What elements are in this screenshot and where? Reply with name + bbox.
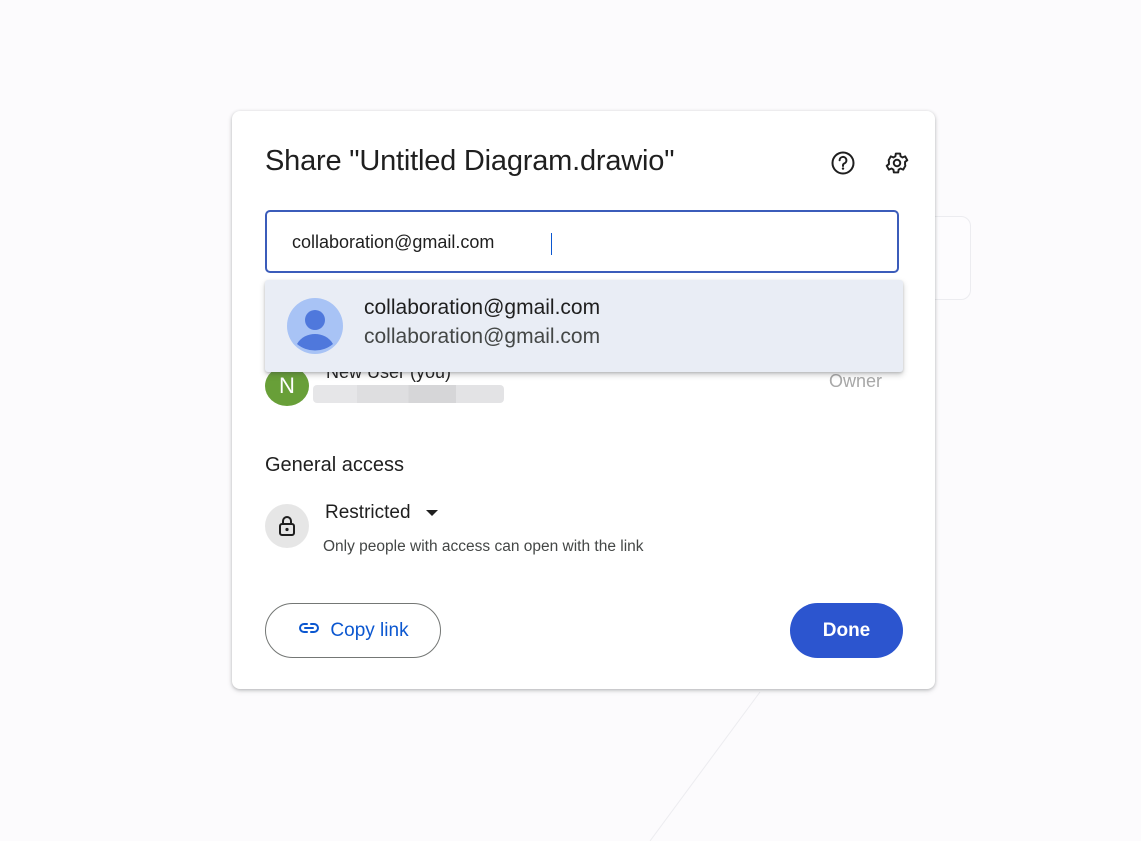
dialog-title: Share "Untitled Diagram.drawio" xyxy=(265,145,675,177)
copy-link-label: Copy link xyxy=(330,619,409,641)
chevron-down-icon xyxy=(425,510,438,516)
copy-link-button[interactable]: Copy link xyxy=(265,603,441,658)
access-level-dropdown[interactable]: Restricted xyxy=(325,502,438,524)
general-access-heading: General access xyxy=(265,454,404,476)
link-icon xyxy=(297,616,321,646)
help-icon[interactable] xyxy=(830,150,856,176)
suggestion-name: collaboration@gmail.com xyxy=(364,296,601,319)
owner-avatar: N xyxy=(265,366,309,406)
add-people-field[interactable] xyxy=(265,210,899,273)
people-list-item-owner: N New User (you) Owner xyxy=(265,362,899,406)
done-button[interactable]: Done xyxy=(790,603,903,658)
gear-icon[interactable] xyxy=(884,150,910,176)
person-avatar-icon xyxy=(287,298,343,354)
text-cursor xyxy=(551,233,552,255)
add-people-input[interactable] xyxy=(292,232,792,253)
owner-role: Owner xyxy=(828,371,882,391)
access-description: Only people with access can open with th… xyxy=(323,538,644,555)
share-dialog: Share "Untitled Diagram.drawio" N New Us… xyxy=(232,111,935,689)
suggestion-email: collaboration@gmail.com xyxy=(364,325,601,348)
access-level-label: Restricted xyxy=(325,502,411,523)
owner-email-redacted xyxy=(313,385,504,403)
contact-suggestion[interactable]: collaboration@gmail.com collaboration@gm… xyxy=(265,280,903,372)
lock-icon xyxy=(265,504,309,548)
